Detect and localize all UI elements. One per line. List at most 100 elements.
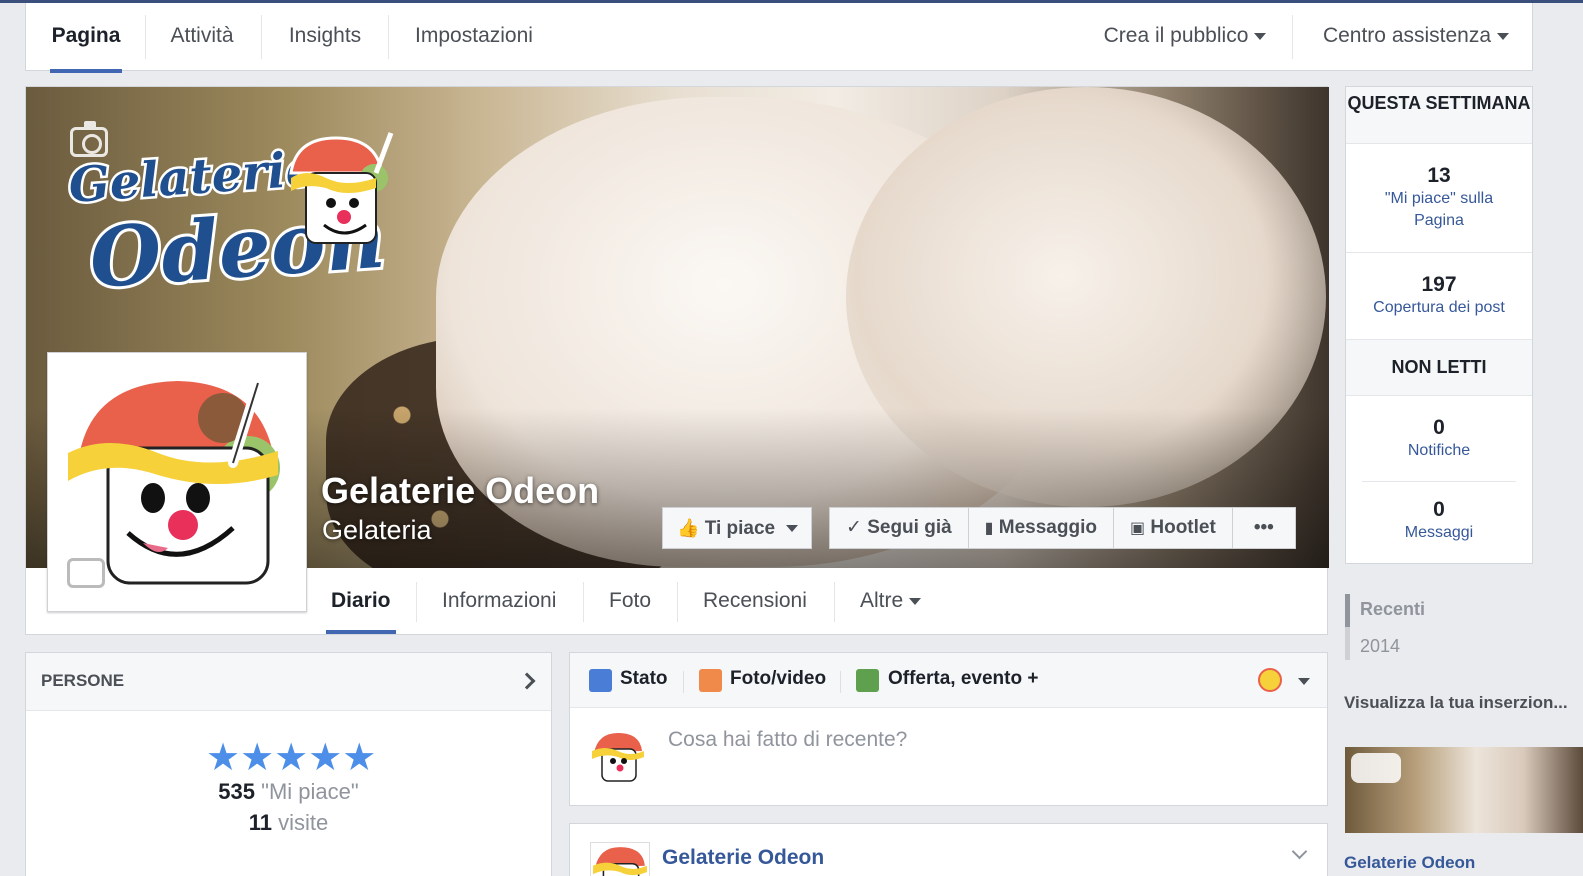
help-center-dropdown[interactable]: Centro assistenza [1316, 3, 1516, 71]
reach-count: 197 [1421, 273, 1457, 296]
unread-header: NON LETTI [1346, 339, 1532, 396]
logo-mascot [289, 132, 394, 244]
like-button[interactable]: 👍 Ti piace [662, 507, 812, 549]
page-title[interactable]: Gelaterie Odeon [321, 470, 599, 512]
post-author-avatar[interactable] [590, 842, 650, 876]
divider [261, 15, 262, 59]
tab-attivita[interactable]: Attività [166, 3, 238, 71]
chevron-right-icon [518, 672, 536, 690]
more-actions-button[interactable]: ••• [1233, 508, 1295, 548]
caret-down-icon [1497, 32, 1510, 40]
ad-page-name[interactable]: Gelaterie Odeon [1344, 853, 1475, 873]
caret-down-icon [1254, 32, 1267, 40]
people-card: PERSONE ★★★★★ 535 "Mi piace" 11 visite [25, 652, 552, 876]
page-actions-group: ✓ Segui già ▮ Messaggio ▣ Hootlet ••• [829, 507, 1296, 549]
follow-button[interactable]: ✓ Segui già [830, 508, 969, 548]
composer-tab-offer-event[interactable]: Offerta, evento + [888, 668, 1038, 690]
week-header: QUESTA SETTIMANA [1346, 87, 1532, 144]
page-header: Gelaterie Odeon Gelaterie Odeon Gelateri… [25, 86, 1329, 635]
message-button-label: Messaggio [998, 517, 1097, 538]
visits-total: 11 [248, 810, 272, 835]
post-composer: Stato Foto/video Offerta, evento + Cosa … [569, 652, 1328, 806]
likes-label: "Mi piace" sulla Pagina [1384, 190, 1494, 229]
tab-insights[interactable]: Insights [284, 3, 366, 71]
divider [834, 582, 835, 622]
caret-down-icon [1298, 678, 1310, 686]
cover-camera-icon[interactable] [70, 121, 108, 157]
visits-total-label: visite [278, 810, 329, 835]
messages-label: Messaggi [1404, 524, 1474, 541]
divider [840, 671, 841, 693]
view-ad-link[interactable]: Visualizza la tua inserzion... [1344, 693, 1583, 713]
tab-altre-label: Altre [860, 589, 904, 612]
people-card-header[interactable]: PERSONE [26, 653, 551, 711]
hootlet-button-label: Hootlet [1150, 517, 1216, 538]
message-button[interactable]: ▮ Messaggio [969, 508, 1114, 548]
tab-recensioni[interactable]: Recensioni [703, 568, 807, 634]
notifications-label: Notifiche [1407, 442, 1471, 459]
people-card-title: PERSONE [41, 671, 125, 690]
profile-camera-icon[interactable] [67, 552, 105, 588]
tab-informazioni[interactable]: Informazioni [442, 568, 556, 634]
composer-tabs: Stato Foto/video Offerta, evento + [570, 653, 1327, 708]
message-bubble-icon: ▮ [984, 520, 994, 537]
mascot-small-icon [592, 733, 644, 782]
reach-stat[interactable]: 197 Copertura dei post [1346, 253, 1532, 339]
visits-summary[interactable]: 11 visite [26, 810, 551, 836]
create-audience-label: Crea il pubblico [1103, 24, 1249, 47]
likes-count: 13 [1427, 164, 1451, 187]
ad-thumbnail[interactable] [1345, 747, 1583, 833]
divider [388, 15, 389, 59]
timeline-active-marker [1345, 594, 1350, 627]
caret-down-icon [786, 525, 799, 533]
ad-logo-thumb [1351, 753, 1401, 783]
hootlet-button[interactable]: ▣ Hootlet [1114, 508, 1233, 548]
composer-avatar [590, 729, 646, 785]
photo-icon [699, 669, 722, 692]
messages-count: 0 [1433, 498, 1445, 521]
divider [677, 582, 678, 622]
status-input[interactable]: Cosa hai fatto di recente? [668, 728, 907, 752]
likes-summary[interactable]: 535 "Mi piace" [26, 779, 551, 805]
follow-button-label: Segui già [867, 517, 952, 538]
posting-as-caret[interactable] [1292, 673, 1310, 691]
divider [683, 671, 684, 693]
likes-total: 535 [218, 779, 256, 804]
offer-event-icon [856, 669, 879, 692]
notifications-count: 0 [1433, 416, 1445, 439]
likes-stat[interactable]: 13 "Mi piace" sulla Pagina [1346, 144, 1532, 252]
tab-altre[interactable]: Altre [860, 568, 922, 634]
create-audience-dropdown[interactable]: Crea il pubblico [1100, 3, 1270, 71]
notifications-stat[interactable]: 0 Notifiche [1346, 396, 1532, 481]
divider [416, 582, 417, 622]
reach-label: Copertura dei post [1373, 299, 1505, 316]
thumbs-up-icon: 👍 [677, 518, 700, 538]
posting-as-avatar[interactable] [1258, 668, 1282, 692]
owl-icon: ▣ [1129, 520, 1146, 537]
feed-post: Gelaterie Odeon [569, 823, 1328, 876]
mascot-small-icon [593, 847, 647, 876]
tab-impostazioni[interactable]: Impostazioni [412, 3, 536, 71]
composer-tab-status[interactable]: Stato [620, 668, 668, 690]
chevron-down-icon[interactable] [1291, 843, 1308, 860]
admin-tabs-bar: Pagina Attività Insights Impostazioni Cr… [25, 3, 1533, 73]
tab-diario[interactable]: Diario [326, 568, 395, 634]
page-category[interactable]: Gelateria [322, 515, 432, 546]
composer-tab-photo[interactable]: Foto/video [730, 668, 826, 690]
caret-down-icon [909, 597, 922, 605]
timeline-recent[interactable]: Recenti [1360, 599, 1425, 620]
timeline-year[interactable]: 2014 [1360, 636, 1400, 657]
tab-pagina[interactable]: Pagina [50, 3, 122, 73]
rating-stars: ★★★★★ [206, 737, 377, 779]
tab-foto[interactable]: Foto [609, 568, 651, 634]
messages-stat[interactable]: 0 Messaggi [1346, 482, 1532, 562]
divider [583, 582, 584, 622]
pencil-icon [589, 669, 612, 692]
help-center-label: Centro assistenza [1322, 24, 1492, 47]
like-button-label: Ti piace [704, 518, 776, 539]
check-icon: ✓ [846, 517, 862, 538]
profile-picture[interactable] [47, 352, 307, 612]
brand-logo: Gelaterie Odeon [64, 132, 394, 297]
post-author-name[interactable]: Gelaterie Odeon [662, 846, 824, 870]
weekly-stats-panel: QUESTA SETTIMANA 13 "Mi piace" sulla Pag… [1345, 86, 1533, 564]
